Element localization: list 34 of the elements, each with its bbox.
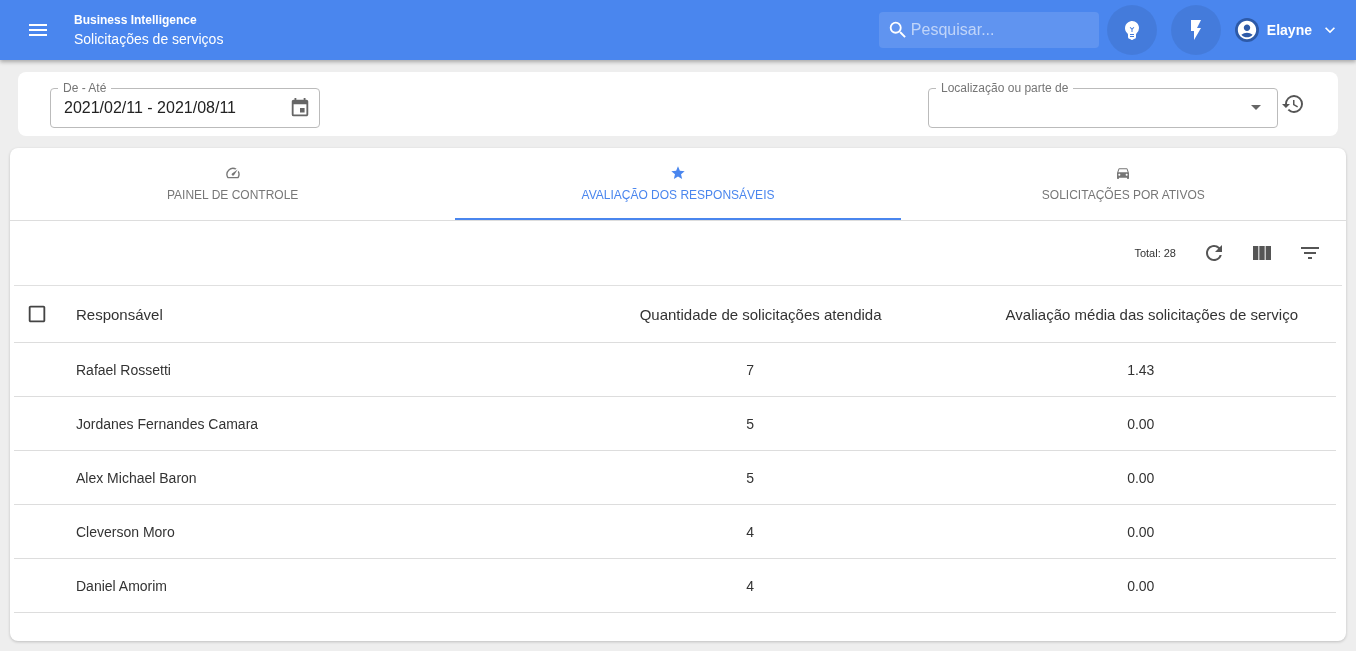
total-count: Total: 28 bbox=[1134, 247, 1176, 259]
table-cell: 5 bbox=[555, 450, 946, 505]
table-cell: 7 bbox=[555, 342, 946, 397]
lightning-icon[interactable] bbox=[1170, 5, 1221, 55]
calendar-icon[interactable] bbox=[289, 96, 311, 119]
table-cell: Jordanes Fernandes Camara bbox=[64, 396, 555, 451]
field-label: De - Até bbox=[58, 80, 112, 95]
column-header[interactable]: Quantidade de solicitações atendida bbox=[555, 286, 946, 343]
tab[interactable]: PAINEL DE CONTROLE bbox=[10, 148, 456, 220]
table-cell: Alex Michael Baron bbox=[64, 450, 555, 505]
table-cell: 0.00 bbox=[945, 396, 1336, 451]
lightbulb-icon[interactable] bbox=[1106, 5, 1157, 55]
app-subtitle: Business Intelligence bbox=[74, 13, 198, 27]
table-cell: Rafael Rossetti bbox=[64, 342, 555, 397]
table-cell: Cleverson Moro bbox=[64, 504, 555, 559]
column-header[interactable]: Responsável bbox=[64, 286, 555, 343]
table-cell: 0.00 bbox=[945, 558, 1336, 613]
column-header[interactable]: Avaliação média das solicitações de serviço bbox=[945, 286, 1336, 343]
tab[interactable]: SOLICITAÇÕES POR ATIVOS bbox=[900, 148, 1346, 220]
table-cell: 5 bbox=[555, 396, 946, 451]
star-icon bbox=[670, 164, 686, 181]
table-cell: Daniel Amorim bbox=[64, 558, 555, 613]
user-menu[interactable]: Elayne bbox=[1234, 18, 1340, 42]
table-cell: 0.00 bbox=[945, 450, 1336, 505]
table-cell: 0.00 bbox=[945, 504, 1336, 559]
table-cell: 1.43 bbox=[945, 342, 1336, 397]
page-title: Solicitações de serviços bbox=[74, 31, 225, 47]
table-cell: 4 bbox=[555, 504, 946, 559]
tab[interactable]: AVALIAÇÃO DOS RESPONSÁVEIS bbox=[455, 148, 901, 220]
table-cell: 4 bbox=[555, 558, 946, 613]
select-all-checkbox[interactable] bbox=[26, 303, 48, 325]
avatar-icon bbox=[1234, 18, 1259, 42]
field-label: Localização ou parte de bbox=[936, 80, 1074, 95]
dropdown-caret-icon bbox=[1251, 105, 1261, 110]
